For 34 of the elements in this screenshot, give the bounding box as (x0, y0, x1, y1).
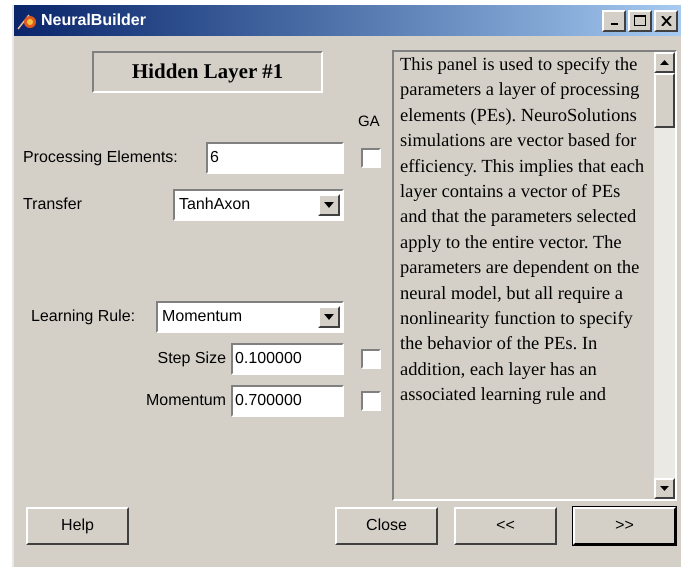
field-label: Momentum (146, 392, 226, 408)
maximize-button[interactable] (628, 10, 652, 32)
number-field[interactable]: 0.700000 (231, 384, 344, 416)
help-text: This panel is used to specify the parameters a layer of processing elements (PEs). NeuroSolutions simulations are vector based for efficiency. This implies that each layer contains a vector of PEs and that the parameters selected apply to the entire vector. The parameters are dependent on the neural model, but all require a nonlinearity function to specify the behavior of the PEs. In addition, each layer has an associated learning rule and (399, 54, 646, 408)
ga-label: GA (358, 112, 380, 132)
down-arrow-icon (660, 486, 669, 491)
minimize-icon (610, 22, 618, 24)
close-button[interactable] (654, 10, 678, 32)
scrollbar-thumb[interactable] (654, 73, 675, 128)
caret-icon (318, 194, 340, 216)
number-field[interactable]: 0.100000 (231, 342, 344, 374)
caret-icon (318, 306, 340, 328)
window-title: NeuralBuilder (41, 10, 146, 30)
field-label: Processing Elements: (23, 148, 178, 166)
scrollbar[interactable] (654, 52, 675, 499)
ga-checkbox[interactable] (361, 148, 381, 168)
ga-checkbox[interactable] (361, 390, 381, 410)
dialog-button[interactable]: Close (335, 507, 438, 545)
layer-heading: Hidden Layer #1 (92, 51, 323, 93)
ga-checkbox[interactable] (361, 348, 381, 368)
number-field[interactable]: 6 (206, 142, 344, 174)
dialog-button[interactable]: Help (26, 507, 129, 545)
dropdown[interactable]: Momentum (156, 300, 344, 332)
field-label: Learning Rule: (31, 308, 136, 324)
dialog-button[interactable]: >> (573, 507, 676, 545)
field-label: Step Size (158, 350, 226, 366)
dropdown[interactable]: TanhAxon (173, 188, 344, 220)
maximize-icon (634, 15, 646, 26)
field-label: Transfer (23, 196, 82, 212)
dialog-button[interactable]: << (454, 507, 557, 545)
up-arrow-icon (660, 60, 669, 65)
close-icon (660, 16, 672, 26)
minimize-button[interactable] (602, 10, 626, 32)
app-icon (17, 12, 39, 30)
